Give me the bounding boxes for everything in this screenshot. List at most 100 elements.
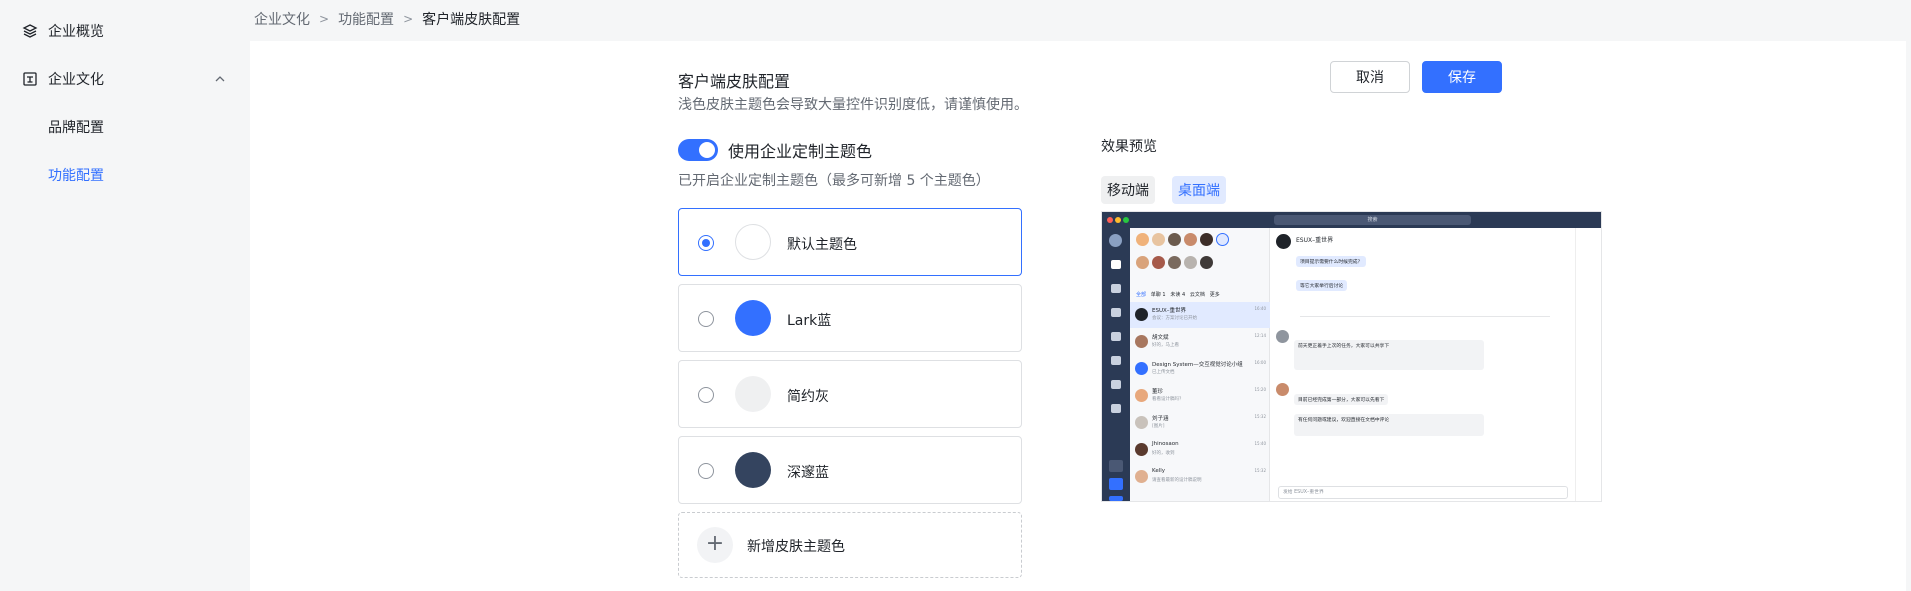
desktop-preview: 搜索 全部 单聊 1 未读 4 云文档 更多 ESUX–重世界 会议：方案讨论已… xyxy=(1101,211,1602,502)
preview-list-tabs: 全部 单聊 1 未读 4 云文档 更多 xyxy=(1136,291,1220,298)
theme-swatch xyxy=(735,376,771,412)
theme-radio[interactable] xyxy=(698,235,714,251)
app-icon xyxy=(1109,478,1123,490)
preview-tab: 单聊 1 xyxy=(1150,292,1166,298)
mail-icon xyxy=(1111,332,1121,341)
list-item: Jhinosaon 好的，收到 15:40 xyxy=(1130,437,1270,463)
sidebar-item-feature-config[interactable]: 功能配置 xyxy=(0,155,250,195)
theme-option-deep-blue[interactable]: 深邃蓝 xyxy=(678,436,1022,504)
message-bubble: 项目提示需要什么时候完成？ xyxy=(1296,256,1367,267)
avatar xyxy=(1152,256,1165,269)
chat-time: 15:40 xyxy=(1254,441,1266,446)
preview-label: 效果预览 xyxy=(1101,139,1157,155)
video-icon xyxy=(1111,356,1121,365)
avatar xyxy=(1135,443,1148,456)
list-item: 刘子涵 [图片] 15:32 xyxy=(1130,410,1270,436)
sidebar: 企业概览 企业文化 品牌配置 功能配置 xyxy=(0,0,250,591)
chat-time: 15:20 xyxy=(1254,387,1266,392)
theme-radio[interactable] xyxy=(698,311,714,327)
avatar xyxy=(1135,362,1148,375)
avatar xyxy=(1216,233,1229,246)
avatar xyxy=(1200,233,1213,246)
sidebar-item-culture[interactable]: 企业文化 xyxy=(0,59,250,99)
avatar xyxy=(1135,416,1148,429)
preview-nav-rail xyxy=(1102,228,1130,501)
page-subtitle: 浅色皮肤主题色会导致大量控件识别度低，请谨慎使用。 xyxy=(678,97,1028,113)
theme-option-simple-gray[interactable]: 简约灰 xyxy=(678,360,1022,428)
avatar xyxy=(1276,383,1289,396)
message-bubble: 有任何问题或建议，欢迎直接在文档中评论 xyxy=(1294,414,1484,436)
custom-theme-toggle-row: 使用企业定制主题色 xyxy=(678,138,872,162)
list-item: 胡文斌 好的，马上看 12:14 xyxy=(1130,329,1270,355)
breadcrumb-separator: > xyxy=(403,12,414,26)
chat-name: 胡文斌 xyxy=(1152,335,1169,341)
main-panel xyxy=(250,41,1906,591)
add-theme-button[interactable]: + 新增皮肤主题色 xyxy=(678,512,1022,578)
preview-chat-list: 全部 单聊 1 未读 4 云文档 更多 ESUX–重世界 会议：方案讨论已开始 … xyxy=(1130,228,1270,501)
message-bubble: 前天更正着手上次的任务，大家可以共享下 xyxy=(1294,340,1484,370)
theme-radio[interactable] xyxy=(698,387,714,403)
avatar xyxy=(1168,233,1181,246)
more-icon xyxy=(1111,404,1121,413)
workspace-icon xyxy=(1109,496,1123,501)
preview-tab: 未读 4 xyxy=(1170,292,1186,298)
tab-desktop[interactable]: 桌面端 xyxy=(1172,176,1226,204)
chevron-up-icon[interactable] xyxy=(213,72,227,86)
close-dot-icon xyxy=(1107,217,1113,223)
save-button[interactable]: 保存 xyxy=(1422,61,1502,93)
culture-icon xyxy=(23,72,37,86)
custom-theme-switch[interactable] xyxy=(678,139,718,161)
menu-icon xyxy=(1109,460,1123,472)
cancel-button[interactable]: 取消 xyxy=(1330,61,1410,93)
preview-right-toolbar xyxy=(1575,228,1601,501)
page-title: 客户端皮肤配置 xyxy=(678,72,791,91)
chat-message: 请查看最新的设计稿说明 xyxy=(1152,478,1202,483)
chat-name: Design System—交互视觉讨论小组 xyxy=(1152,362,1243,368)
preview-message-input: 发给 ESUX–重世界 xyxy=(1278,486,1568,499)
minimize-dot-icon xyxy=(1115,217,1121,223)
avatar xyxy=(1200,256,1213,269)
calendar-icon xyxy=(1111,284,1121,293)
breadcrumb-feature-config[interactable]: 功能配置 xyxy=(338,9,394,29)
theme-swatch xyxy=(735,224,771,260)
theme-option-default[interactable]: 默认主题色 xyxy=(678,208,1022,276)
preview-titlebar: 搜索 xyxy=(1102,212,1601,228)
preview-chat-title: ESUX–重世界 xyxy=(1296,237,1334,244)
list-item: 董珍 看看设计稿吗？ 15:20 xyxy=(1130,383,1270,409)
chat-message: 会议：方案讨论已开始 xyxy=(1152,316,1197,321)
chat-time: 12:14 xyxy=(1254,333,1266,338)
message-icon xyxy=(1111,260,1121,269)
custom-theme-hint: 已开启企业定制主题色（最多可新增 5 个主题色） xyxy=(678,173,990,189)
sidebar-item-label: 功能配置 xyxy=(48,168,104,184)
tab-mobile[interactable]: 移动端 xyxy=(1101,176,1155,204)
chat-time: 15:32 xyxy=(1254,414,1266,419)
sidebar-item-brand-config[interactable]: 品牌配置 xyxy=(0,107,250,147)
preview-tab: 云文档 xyxy=(1189,292,1205,298)
message-bubble: 等它大家举行后讨论 xyxy=(1296,280,1348,291)
sidebar-item-overview[interactable]: 企业概览 xyxy=(0,11,250,51)
theme-option-lark-blue[interactable]: Lark蓝 xyxy=(678,284,1022,352)
avatar xyxy=(1184,233,1197,246)
chat-message: 好的，收到 xyxy=(1152,451,1175,456)
breadcrumb-current: 客户端皮肤配置 xyxy=(422,12,521,28)
chat-name: Jhinosaon xyxy=(1152,441,1179,447)
preview-tab: 更多 xyxy=(1209,292,1220,298)
avatar xyxy=(1136,256,1149,269)
plus-icon: + xyxy=(697,527,733,563)
breadcrumb-culture[interactable]: 企业文化 xyxy=(254,9,310,29)
preview-tab: 全部 xyxy=(1136,292,1147,298)
chat-time: 16:00 xyxy=(1254,360,1266,365)
sidebar-item-label: 企业概览 xyxy=(48,24,104,40)
theme-radio[interactable] xyxy=(698,463,714,479)
add-theme-label: 新增皮肤主题色 xyxy=(747,539,845,555)
chat-name: ESUX–重世界 xyxy=(1152,308,1187,314)
theme-name: Lark蓝 xyxy=(787,313,832,329)
list-item: Kelly 请查看最新的设计稿说明 15:32 xyxy=(1130,464,1270,490)
avatar xyxy=(1276,330,1289,343)
chat-name: Kelly xyxy=(1152,468,1166,474)
avatar xyxy=(1135,470,1148,483)
custom-theme-label: 使用企业定制主题色 xyxy=(728,142,873,161)
chat-time: 16:40 xyxy=(1254,306,1266,311)
chat-name: 刘子涵 xyxy=(1152,416,1169,422)
breadcrumb: 企业文化 > 功能配置 > 客户端皮肤配置 xyxy=(254,9,520,29)
